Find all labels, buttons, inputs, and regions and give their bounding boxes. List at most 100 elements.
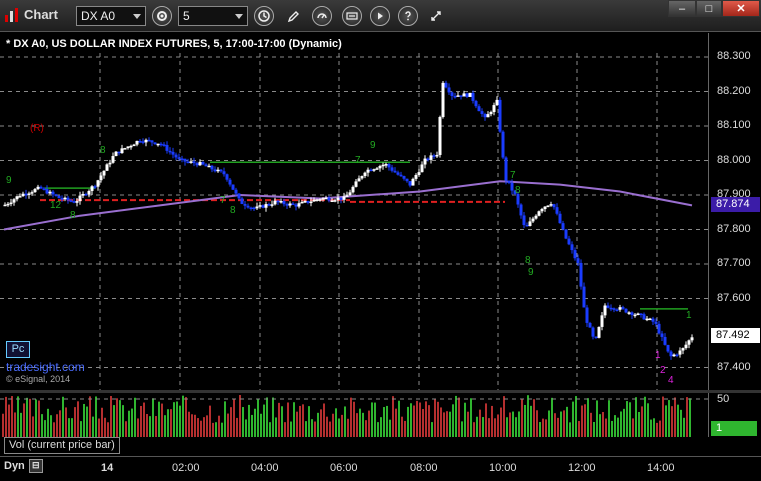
volume-bar [206, 415, 208, 437]
volume-bar [158, 401, 160, 437]
candle-body [222, 171, 226, 175]
volume-bar [62, 396, 64, 437]
price-chart-pane[interactable]: 9 12 8 8 9 7 7 8 7 8 8 9 1 2 4 1 * DX A0, US DOLLAR IND… [0, 33, 708, 390]
candle-body [99, 175, 103, 181]
candle-body [96, 180, 100, 187]
candlestick-chart[interactable]: 91288 977878891241 [0, 33, 708, 390]
candle-body [684, 344, 688, 349]
volume-bar [413, 405, 415, 437]
volume-bar [128, 410, 130, 437]
volume-bar [173, 402, 175, 437]
candle-body [666, 344, 670, 352]
price-axis[interactable]: 88.300 88.200 88.100 88.000 87.900 87.800 87.7… [708, 33, 761, 390]
candle-body [198, 161, 202, 166]
symbol-settings-button[interactable] [152, 6, 172, 26]
candle-body [420, 164, 424, 173]
lock-icon[interactable]: ⊟ [28, 459, 43, 473]
volume-bar [41, 414, 43, 437]
volume-bar [197, 418, 199, 437]
candle-body [246, 205, 250, 208]
sequence-count-label: 9 [6, 175, 12, 186]
volume-bar [287, 402, 289, 437]
pc-button[interactable]: Pc [6, 341, 30, 358]
candle-body [348, 192, 352, 196]
candle-body [12, 199, 16, 203]
volume-pane[interactable] [0, 393, 708, 437]
volume-bar [455, 395, 457, 437]
candle-body [111, 156, 115, 163]
candle-body [168, 150, 172, 153]
time-template-button[interactable] [254, 6, 274, 26]
volume-bar [107, 422, 109, 437]
candle-body [165, 145, 169, 151]
chart-toolbar: Chart DX A0 5 – □ ✕ [0, 0, 761, 32]
candle-body [363, 172, 367, 177]
volume-bar [17, 396, 19, 437]
candle-body [192, 161, 196, 164]
minimize-button[interactable]: – [668, 0, 696, 17]
dynamic-toggle[interactable]: Dyn ⊟ [4, 459, 43, 473]
chevron-down-icon[interactable] [133, 14, 141, 19]
volume-bar [137, 418, 139, 437]
candle-body [306, 200, 310, 203]
volume-bar [89, 396, 91, 437]
candle-body [675, 354, 679, 357]
volume-bar [320, 409, 322, 437]
volume-bar [35, 399, 37, 437]
time-axis[interactable]: Dyn ⊟ 14 02:00 04:00 06:00 08:00 10:00 1… [0, 456, 761, 481]
candle-body [588, 322, 592, 328]
candle-body [540, 209, 544, 212]
close-icon: ✕ [736, 3, 746, 15]
volume-bar [176, 401, 178, 437]
volume-bar [311, 419, 313, 437]
volume-bar [347, 418, 349, 437]
close-button[interactable]: ✕ [722, 0, 760, 17]
volume-bar [410, 403, 412, 437]
candle-body [30, 192, 34, 194]
candle-body [555, 207, 559, 214]
candle-body [585, 307, 589, 323]
candle-body [24, 193, 28, 196]
candle-body [18, 196, 22, 198]
volume-bar [542, 418, 544, 437]
volume-bar [494, 418, 496, 437]
volume-bar [188, 411, 190, 437]
candle-body [48, 191, 52, 194]
sequence-count-label: 8 [70, 210, 76, 221]
volume-bar [272, 397, 274, 437]
volume-bar [518, 411, 520, 437]
candle-body [390, 167, 394, 171]
clock-icon [258, 10, 270, 22]
maximize-button[interactable]: □ [696, 0, 722, 17]
link-button[interactable] [426, 6, 446, 26]
candle-body [303, 200, 307, 203]
chevron-down-icon[interactable] [235, 14, 243, 19]
candle-body [330, 200, 334, 203]
candle-body [345, 195, 349, 197]
price-tick-label: 88.100 [717, 119, 751, 131]
volume-bar [569, 422, 571, 437]
performance-button[interactable] [312, 6, 332, 26]
volume-bar [629, 402, 631, 437]
playback-button[interactable] [370, 6, 390, 26]
candle-body [459, 95, 463, 97]
volume-bar [545, 419, 547, 437]
copyright-text: © eSignal, 2014 [6, 374, 71, 384]
interval-input[interactable]: 5 [178, 6, 248, 26]
symbol-input[interactable]: DX A0 [76, 6, 146, 26]
interval-value: 5 [183, 9, 190, 23]
candle-body [375, 168, 379, 170]
draw-tool-button[interactable] [284, 6, 304, 26]
volume-bar [638, 411, 640, 437]
volume-pane-label[interactable]: Vol (current price bar) [4, 437, 120, 454]
price-tick-label: 88.000 [717, 153, 751, 166]
volume-bar [302, 404, 304, 437]
gauge-icon [317, 13, 327, 19]
volume-bar [404, 420, 406, 437]
candle-body [528, 221, 532, 226]
volume-bar [110, 396, 112, 437]
formula-button[interactable] [342, 6, 362, 26]
volume-bar [623, 408, 625, 437]
help-button[interactable] [398, 6, 418, 26]
volume-bar [131, 408, 133, 437]
